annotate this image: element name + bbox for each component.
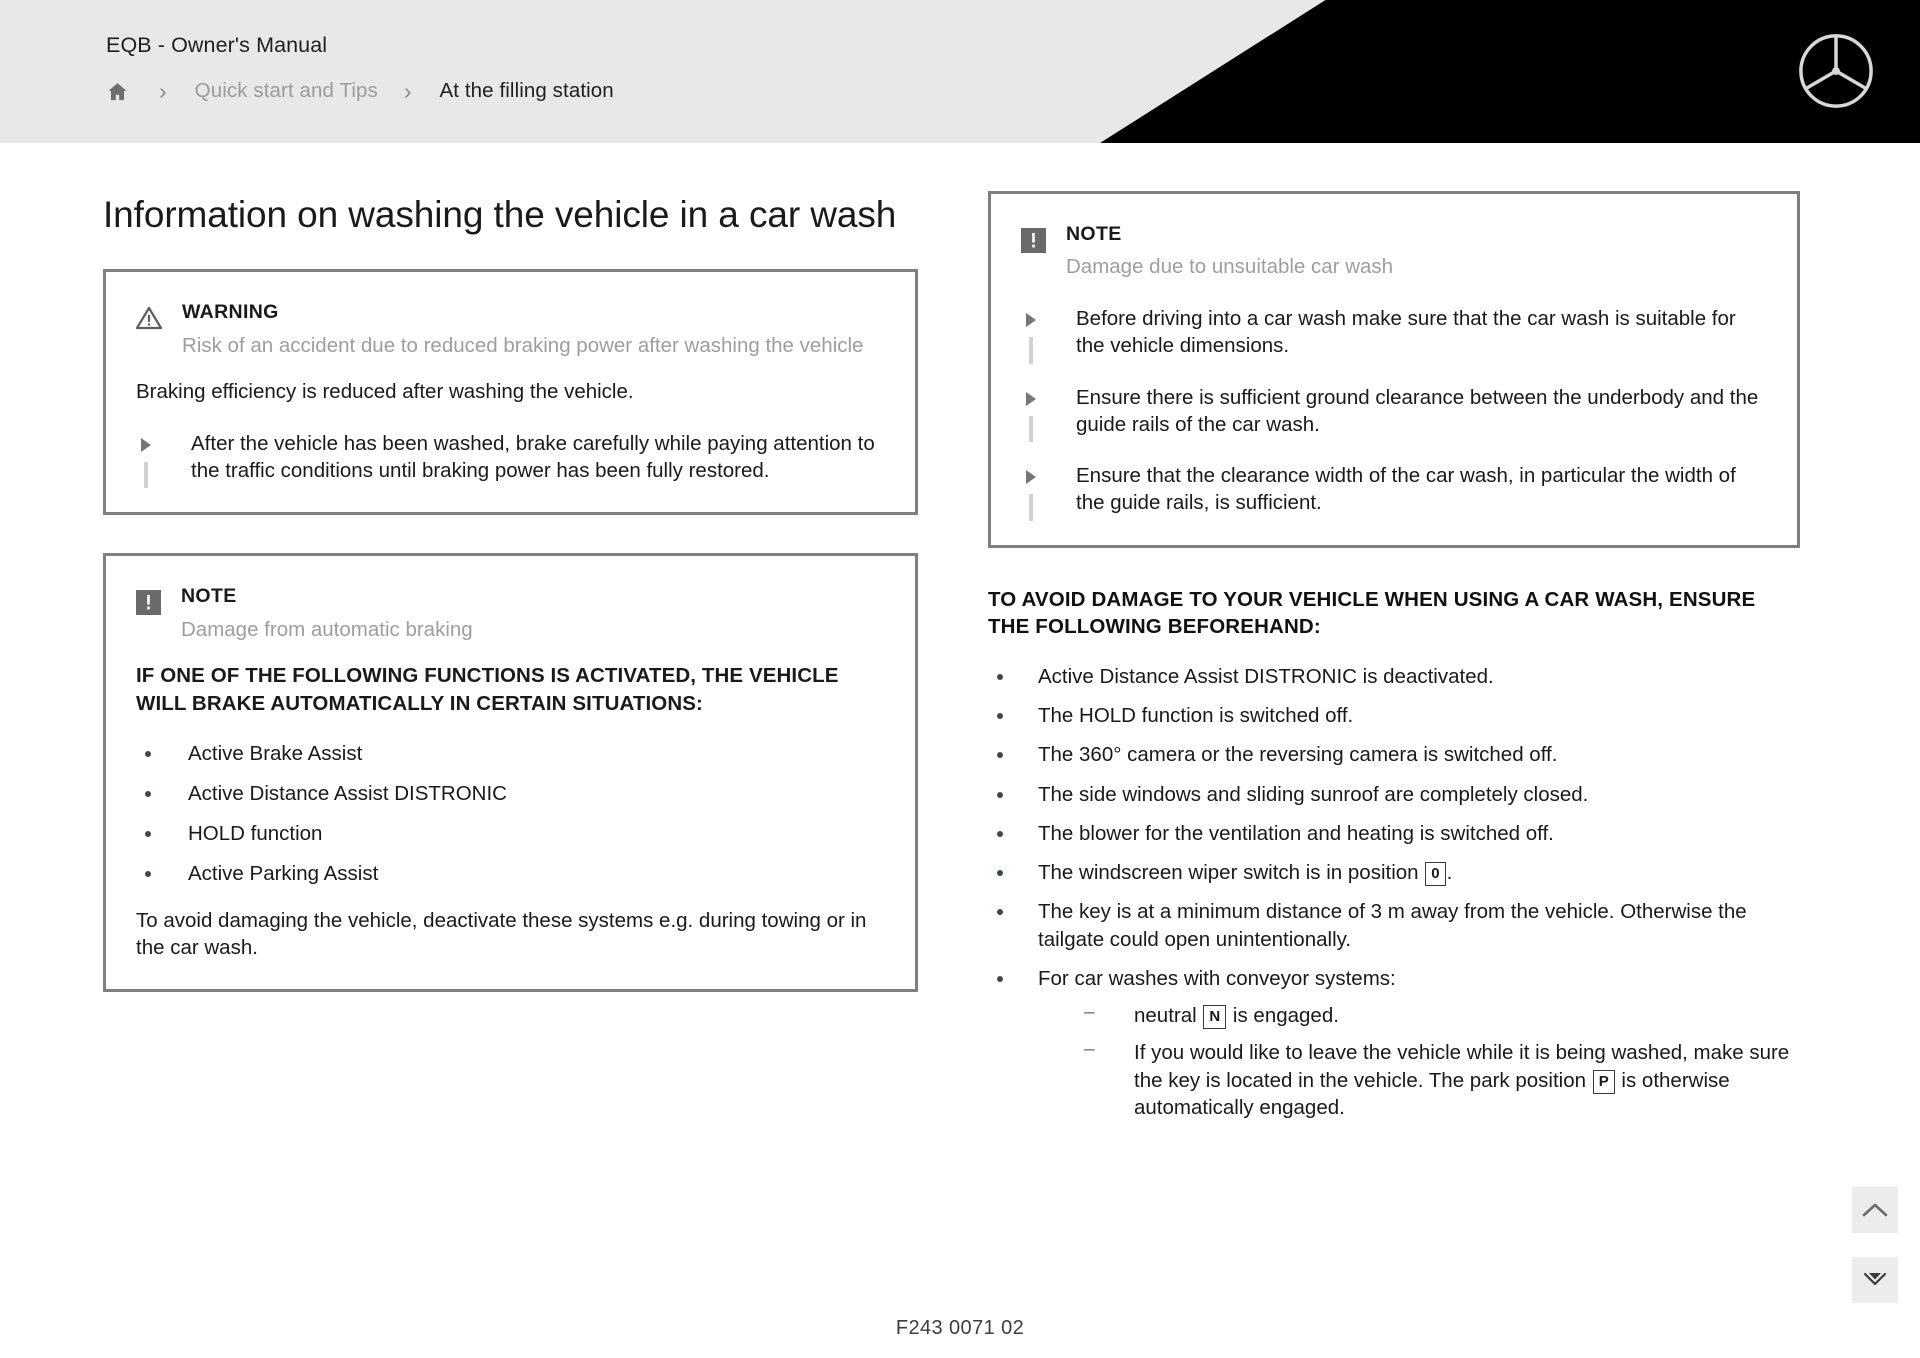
note-subtitle-left: Damage from automatic braking: [181, 617, 473, 641]
mercedes-star-logo: [1797, 32, 1875, 110]
collapse-arrows-icon: [1863, 1272, 1887, 1286]
action-arrow-icon: [1021, 384, 1043, 442]
manual-page: EQB - Owner's Manual › Quick start and T…: [0, 0, 1920, 1358]
warning-body-text: Braking efficiency is reduced after wash…: [136, 380, 634, 404]
note-callout-header-left: NOTE Damage from automatic braking: [136, 585, 881, 643]
warning-subtitle: Risk of an accident due to reduced braki…: [182, 333, 864, 357]
scroll-up-button[interactable]: [1852, 1187, 1898, 1233]
page-title: Information on washing the vehicle in a …: [103, 194, 897, 235]
note-callout-header-right: NOTE Damage due to unsuitable car wash: [1021, 223, 1763, 281]
list-item: Active Distance Assist DISTRONIC is deac…: [988, 663, 1800, 690]
note-heading-left: IF ONE OF THE FOLLOWING FUNCTIONS IS ACT…: [136, 664, 839, 715]
list-item: The windscreen wiper switch is in positi…: [988, 859, 1800, 887]
collapse-button[interactable]: [1852, 1257, 1898, 1303]
list-item: The blower for the ventilation and heati…: [988, 820, 1800, 847]
list-item: Active Distance Assist DISTRONIC: [136, 780, 881, 807]
note-action-list-right: Before driving into a car wash make sure…: [1021, 305, 1763, 521]
note-callout-box-left: NOTE Damage from automatic braking IF ON…: [103, 553, 918, 993]
note-action-item: Ensure there is sufficient ground cleara…: [1021, 384, 1763, 442]
note-action-item: Ensure that the clearance width of the c…: [1021, 462, 1763, 521]
gear-glyph-p: P: [1592, 1069, 1615, 1094]
left-column: Information on washing the vehicle in a …: [103, 191, 918, 1030]
warning-label: WARNING: [182, 301, 279, 324]
note-callout-box-right: NOTE Damage due to unsuitable car wash B…: [988, 191, 1800, 548]
note-exclamation-icon: [1021, 228, 1046, 258]
list-item: The key is at a minimum distance of 3 m …: [988, 898, 1800, 953]
note-subtitle-right: Damage due to unsuitable car wash: [1066, 255, 1394, 279]
breadcrumb-separator-2: ›: [403, 77, 412, 104]
chevron-up-icon: [1862, 1203, 1888, 1217]
gear-glyph-0: 0: [1425, 862, 1446, 887]
sub-list-item: If you would like to leave the vehicle w…: [1084, 1037, 1800, 1121]
action-arrow-icon: [136, 430, 158, 488]
action-arrow-icon: [1021, 462, 1043, 521]
floating-button-group: [1852, 1187, 1898, 1303]
section-heading-right: TO AVOID DAMAGE TO YOUR VEHICLE WHEN USI…: [988, 587, 1756, 639]
list-item: The side windows and sliding sunroof are…: [988, 781, 1800, 808]
home-icon[interactable]: [106, 80, 129, 103]
warning-callout-header: WARNING Risk of an accident due to reduc…: [135, 301, 881, 359]
note-exclamation-icon: [136, 590, 161, 620]
sub-list-item: neutral N is engaged.: [1084, 1000, 1800, 1030]
warning-action-text: After the vehicle has been washed, brake…: [191, 431, 875, 482]
list-item: HOLD function: [136, 820, 881, 847]
gear-glyph-n: N: [1203, 1005, 1227, 1030]
note-action-text: Before driving into a car wash make sure…: [1076, 307, 1736, 358]
note-action-text: Ensure there is sufficient ground cleara…: [1076, 385, 1759, 436]
note-action-text: Ensure that the clearance width of the c…: [1076, 464, 1736, 515]
page-header: EQB - Owner's Manual › Quick start and T…: [0, 0, 1920, 143]
warning-triangle-icon: [135, 306, 163, 335]
breadcrumb-item-quick-start[interactable]: Quick start and Tips: [195, 79, 378, 103]
note-label-left: NOTE: [181, 585, 237, 608]
checklist-right: Active Distance Assist DISTRONIC is deac…: [988, 663, 1800, 1121]
list-item: Active Parking Assist: [136, 860, 881, 887]
list-item: The HOLD function is switched off.: [988, 702, 1800, 729]
list-item: Active Brake Assist: [136, 740, 881, 767]
note-closing-text-left: To avoid damaging the vehicle, deactivat…: [136, 908, 867, 959]
breadcrumb: › Quick start and Tips › At the filling …: [106, 79, 614, 103]
right-column: NOTE Damage due to unsuitable car wash B…: [988, 191, 1800, 1133]
note-item-list-left: Active Brake Assist Active Distance Assis…: [136, 740, 881, 888]
note-label-right: NOTE: [1066, 223, 1122, 245]
note-action-item: Before driving into a car wash make sure…: [1021, 305, 1763, 364]
warning-action-item: After the vehicle has been washed, brake…: [136, 430, 881, 488]
breadcrumb-separator-1: ›: [159, 77, 167, 104]
list-item: The 360° camera or the reversing camera …: [988, 741, 1800, 768]
header-text-group: EQB - Owner's Manual › Quick start and T…: [106, 33, 614, 103]
action-arrow-icon: [1021, 305, 1043, 364]
footer-document-code: F243 0071 02: [895, 1317, 1025, 1339]
warning-callout-box: WARNING Risk of an accident due to reduc…: [103, 269, 918, 516]
manual-title: EQB - Owner's Manual: [106, 33, 328, 57]
sub-list: neutral N is engaged. If you would like t…: [1084, 1000, 1800, 1121]
list-item: For car washes with conveyor systems:neu…: [988, 965, 1800, 1121]
breadcrumb-item-current: At the filling station: [439, 79, 614, 102]
